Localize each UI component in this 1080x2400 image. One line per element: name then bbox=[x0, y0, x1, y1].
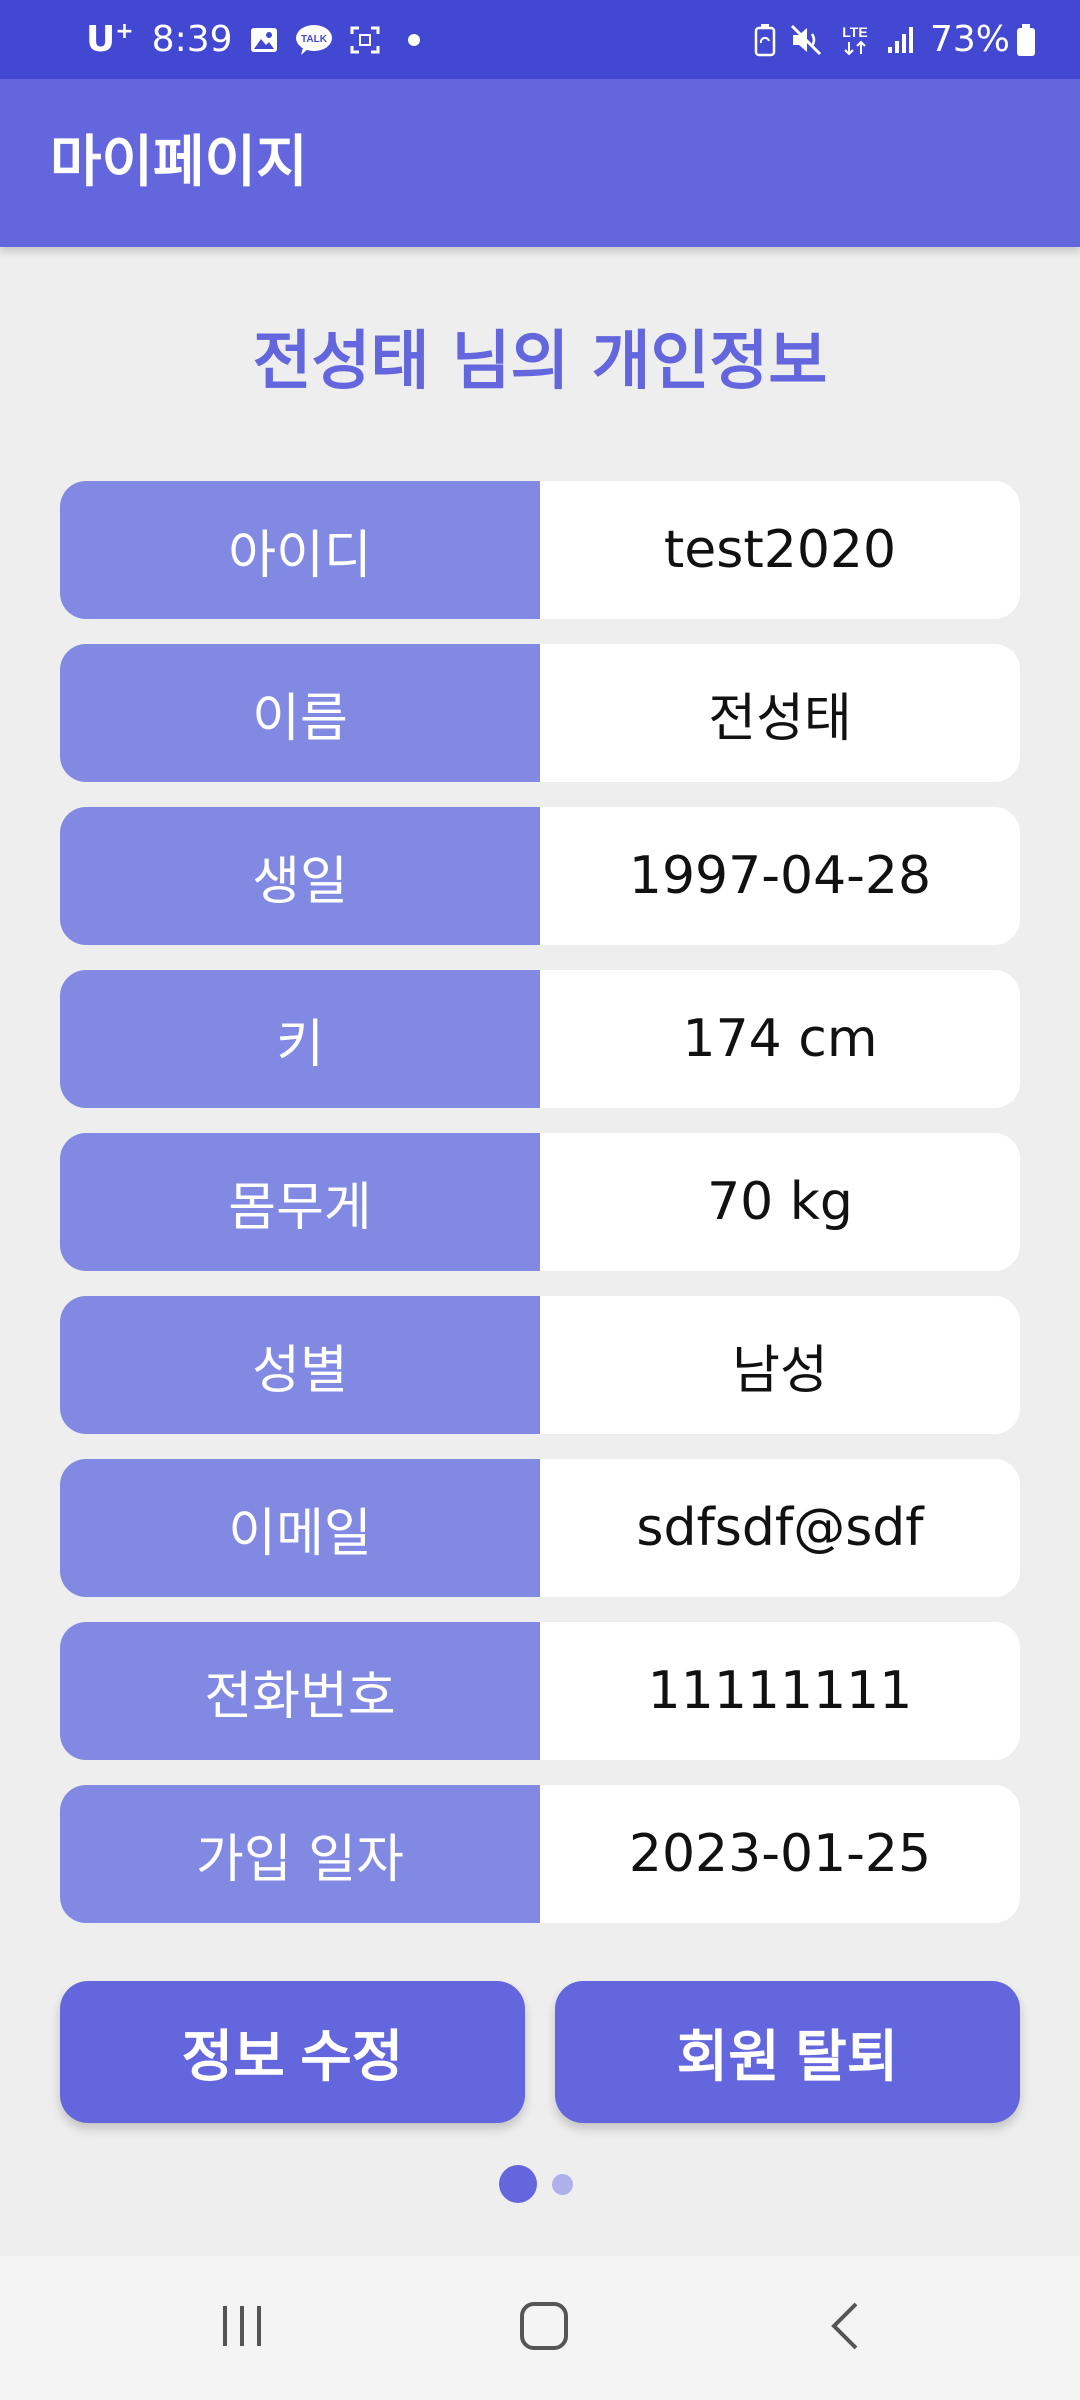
info-row-phone: 전화번호 11111111 bbox=[60, 1622, 1020, 1760]
info-label: 이름 bbox=[60, 644, 540, 782]
edit-info-button[interactable]: 정보 수정 bbox=[60, 1981, 525, 2123]
info-value: 70 kg bbox=[540, 1133, 1020, 1271]
info-value: test2020 bbox=[540, 481, 1020, 619]
back-button[interactable] bbox=[786, 2256, 906, 2400]
info-label: 가입 일자 bbox=[60, 1785, 540, 1923]
carrier-label: U+ bbox=[86, 19, 134, 60]
system-nav-bar bbox=[0, 2256, 1080, 2400]
mute-icon bbox=[790, 24, 824, 56]
withdraw-account-button[interactable]: 회원 탈퇴 bbox=[555, 1981, 1020, 2123]
dot-icon bbox=[407, 33, 421, 47]
info-value: 174 cm bbox=[540, 970, 1020, 1108]
info-value: sdfsdf@sdf bbox=[540, 1459, 1020, 1597]
home-icon bbox=[518, 2300, 570, 2356]
info-label: 성별 bbox=[60, 1296, 540, 1434]
back-arrow-icon bbox=[826, 2300, 866, 2356]
info-label: 아이디 bbox=[60, 481, 540, 619]
info-row-name: 이름 전성태 bbox=[60, 644, 1020, 782]
screenshot-icon bbox=[349, 25, 381, 55]
info-value: 2023-01-25 bbox=[540, 1785, 1020, 1923]
kakaotalk-icon: TALK bbox=[295, 24, 333, 56]
info-value: 남성 bbox=[540, 1296, 1020, 1434]
page-title: 마이페이지 bbox=[50, 130, 308, 195]
app-bar: 마이페이지 bbox=[0, 79, 1080, 247]
battery-percent: 73% bbox=[929, 19, 1010, 60]
info-table: 아이디 test2020 이름 전성태 생일 1997-04-28 키 174 … bbox=[60, 481, 1020, 1948]
info-label: 이메일 bbox=[60, 1459, 540, 1597]
lte-icon: LTE bbox=[838, 22, 872, 58]
info-label: 키 bbox=[60, 970, 540, 1108]
info-value: 1997-04-28 bbox=[540, 807, 1020, 945]
gallery-icon bbox=[249, 25, 279, 55]
info-value: 전성태 bbox=[540, 644, 1020, 782]
svg-text:TALK: TALK bbox=[301, 34, 328, 45]
signal-icon bbox=[886, 25, 916, 55]
info-row-birthday: 생일 1997-04-28 bbox=[60, 807, 1020, 945]
page-indicator bbox=[0, 2162, 1080, 2203]
info-label: 몸무게 bbox=[60, 1133, 540, 1271]
battery-icon bbox=[1016, 23, 1036, 57]
clock: 8:39 bbox=[151, 19, 233, 60]
info-row-gender: 성별 남성 bbox=[60, 1296, 1020, 1434]
info-row-height: 키 174 cm bbox=[60, 970, 1020, 1108]
info-row-id: 아이디 test2020 bbox=[60, 481, 1020, 619]
info-row-join-date: 가입 일자 2023-01-25 bbox=[60, 1785, 1020, 1923]
svg-text:LTE: LTE bbox=[842, 24, 867, 40]
page-dot-active[interactable] bbox=[499, 2165, 537, 2203]
info-label: 전화번호 bbox=[60, 1622, 540, 1760]
recents-button[interactable] bbox=[182, 2256, 302, 2400]
recents-icon bbox=[217, 2303, 267, 2353]
info-label: 생일 bbox=[60, 807, 540, 945]
info-value: 11111111 bbox=[540, 1622, 1020, 1760]
page-dot-inactive[interactable] bbox=[552, 2174, 573, 2195]
info-row-weight: 몸무게 70 kg bbox=[60, 1133, 1020, 1271]
status-bar: U+ 8:39 TALK LTE 73% bbox=[0, 0, 1080, 79]
battery-saver-icon bbox=[754, 23, 776, 57]
info-row-email: 이메일 sdfsdf@sdf bbox=[60, 1459, 1020, 1597]
home-button[interactable] bbox=[484, 2256, 604, 2400]
info-heading: 전성태 님의 개인정보 bbox=[252, 325, 828, 399]
